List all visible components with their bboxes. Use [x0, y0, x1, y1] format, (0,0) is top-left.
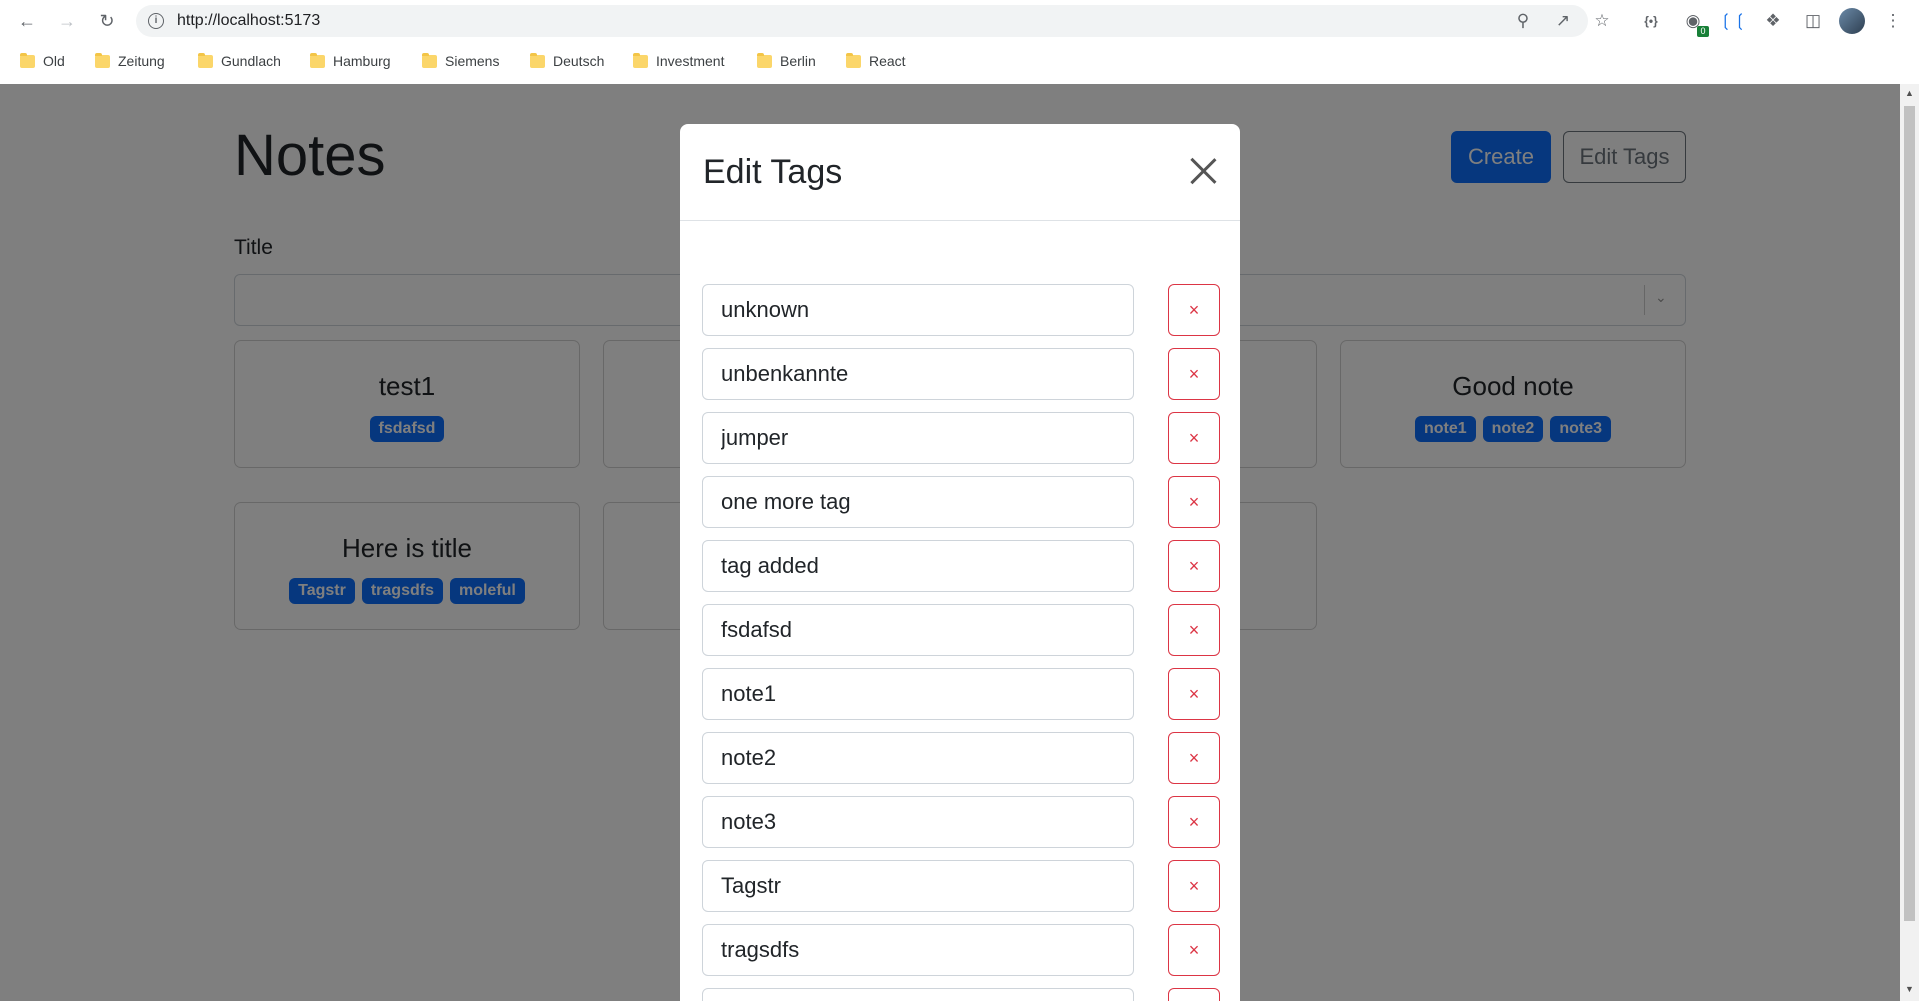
delete-tag-button[interactable]: × [1168, 668, 1220, 720]
reload-icon[interactable]: ↻ [94, 8, 120, 34]
browser-chrome: ← → ↻ i http://localhost:5173 ⚲ ↗ ☆ {•} … [0, 0, 1919, 84]
close-icon [1189, 157, 1217, 185]
tag-row: × [702, 540, 1220, 594]
bookmark-berlin[interactable]: Berlin [757, 51, 816, 71]
folder-icon [757, 52, 772, 68]
bookmark-siemens[interactable]: Siemens [422, 51, 499, 71]
bookmark-zeitung[interactable]: Zeitung [95, 51, 165, 71]
bookmark-star-icon[interactable]: ☆ [1591, 10, 1613, 32]
edit-tags-modal: Edit Tags × × × × × × [680, 124, 1240, 1001]
tag-name-input[interactable] [702, 604, 1134, 656]
site-info-icon[interactable]: i [148, 13, 164, 29]
bookmark-old[interactable]: Old [20, 51, 65, 71]
tag-row: × [702, 604, 1220, 658]
bookmark-investment[interactable]: Investment [633, 51, 724, 71]
tag-name-input[interactable] [702, 540, 1134, 592]
tag-name-input[interactable] [702, 412, 1134, 464]
bookmark-label: React [869, 53, 906, 69]
tag-name-input[interactable] [702, 668, 1134, 720]
folder-icon [198, 52, 213, 68]
kebab-menu-icon[interactable]: ⋮ [1880, 8, 1906, 34]
scrollbar-thumb[interactable] [1904, 106, 1915, 921]
url-text[interactable]: http://localhost:5173 [177, 12, 320, 30]
folder-icon [95, 52, 110, 68]
tag-name-input[interactable] [702, 988, 1134, 1001]
delete-tag-button[interactable]: × [1168, 988, 1220, 1001]
modal-header: Edit Tags [680, 124, 1240, 221]
profile-avatar[interactable] [1839, 8, 1865, 34]
forward-arrow-icon[interactable]: → [54, 8, 80, 34]
bookmarks-bar: Old Zeitung Gundlach Hamburg Siemens Deu… [0, 48, 1919, 74]
tag-row: × [702, 924, 1220, 978]
bookmark-label: Deutsch [553, 53, 605, 69]
bookmark-label: Berlin [780, 53, 816, 69]
tag-name-input[interactable] [702, 924, 1134, 976]
side-panel-icon[interactable]: ◫ [1800, 8, 1826, 34]
back-arrow-icon[interactable]: ← [14, 8, 40, 34]
tag-row: × [702, 860, 1220, 914]
delete-tag-button[interactable]: × [1168, 348, 1220, 400]
tag-row: × [702, 284, 1220, 338]
bookmark-gundlach[interactable]: Gundlach [198, 51, 281, 71]
bookmark-label: Siemens [445, 53, 500, 69]
bookmark-label: Gundlach [221, 53, 281, 69]
folder-icon [633, 52, 648, 68]
bookmark-hamburg[interactable]: Hamburg [310, 51, 391, 71]
extension-icon-audio[interactable]: ❲❲ [1719, 8, 1748, 34]
zoom-icon[interactable]: ⚲ [1512, 10, 1534, 32]
scroll-up-icon[interactable]: ▲ [1904, 88, 1915, 98]
tag-name-input[interactable] [702, 476, 1134, 528]
address-bar[interactable]: i http://localhost:5173 ⚲ ↗ ☆ [136, 5, 1610, 37]
bookmark-label: Investment [656, 53, 725, 69]
scroll-down-icon[interactable]: ▼ [1904, 984, 1915, 994]
folder-icon [530, 52, 545, 68]
tag-name-input[interactable] [702, 796, 1134, 848]
share-icon[interactable]: ↗ [1552, 10, 1574, 32]
delete-tag-button[interactable]: × [1168, 924, 1220, 976]
modal-title: Edit Tags [703, 153, 843, 191]
extension-badge: 0 [1697, 26, 1709, 37]
extensions-puzzle-icon[interactable]: ❖ [1760, 8, 1786, 34]
delete-tag-button[interactable]: × [1168, 540, 1220, 592]
close-button[interactable] [1186, 154, 1220, 188]
folder-icon [422, 52, 437, 68]
extension-icon-brackets[interactable]: {•} [1638, 8, 1664, 34]
tag-row: × [702, 476, 1220, 530]
page-scrollbar[interactable]: ▲ ▼ [1900, 84, 1919, 1001]
tag-name-input[interactable] [702, 348, 1134, 400]
tag-name-input[interactable] [702, 860, 1134, 912]
folder-icon [310, 52, 325, 68]
delete-tag-button[interactable]: × [1168, 796, 1220, 848]
delete-tag-button[interactable]: × [1168, 476, 1220, 528]
tag-row: × [702, 796, 1220, 850]
bookmark-deutsch[interactable]: Deutsch [530, 51, 604, 71]
notes-page: Notes Create Edit Tags Title ⌄ test1 fsd… [0, 84, 1900, 1001]
delete-tag-button[interactable]: × [1168, 412, 1220, 464]
bookmark-label: Old [43, 53, 65, 69]
folder-icon [20, 52, 35, 68]
tag-row: × [702, 988, 1220, 1001]
delete-tag-button[interactable]: × [1168, 860, 1220, 912]
bookmark-label: Hamburg [333, 53, 391, 69]
tag-row: × [702, 732, 1220, 786]
bookmark-react[interactable]: React [846, 51, 906, 71]
tag-row: × [702, 412, 1220, 466]
tag-name-input[interactable] [702, 732, 1134, 784]
tag-name-input[interactable] [702, 284, 1134, 336]
folder-icon [846, 52, 861, 68]
delete-tag-button[interactable]: × [1168, 604, 1220, 656]
delete-tag-button[interactable]: × [1168, 732, 1220, 784]
delete-tag-button[interactable]: × [1168, 284, 1220, 336]
tag-row: × [702, 348, 1220, 402]
bookmark-label: Zeitung [118, 53, 165, 69]
tag-row: × [702, 668, 1220, 722]
browser-toolbar: ← → ↻ i http://localhost:5173 ⚲ ↗ ☆ {•} … [0, 0, 1919, 42]
